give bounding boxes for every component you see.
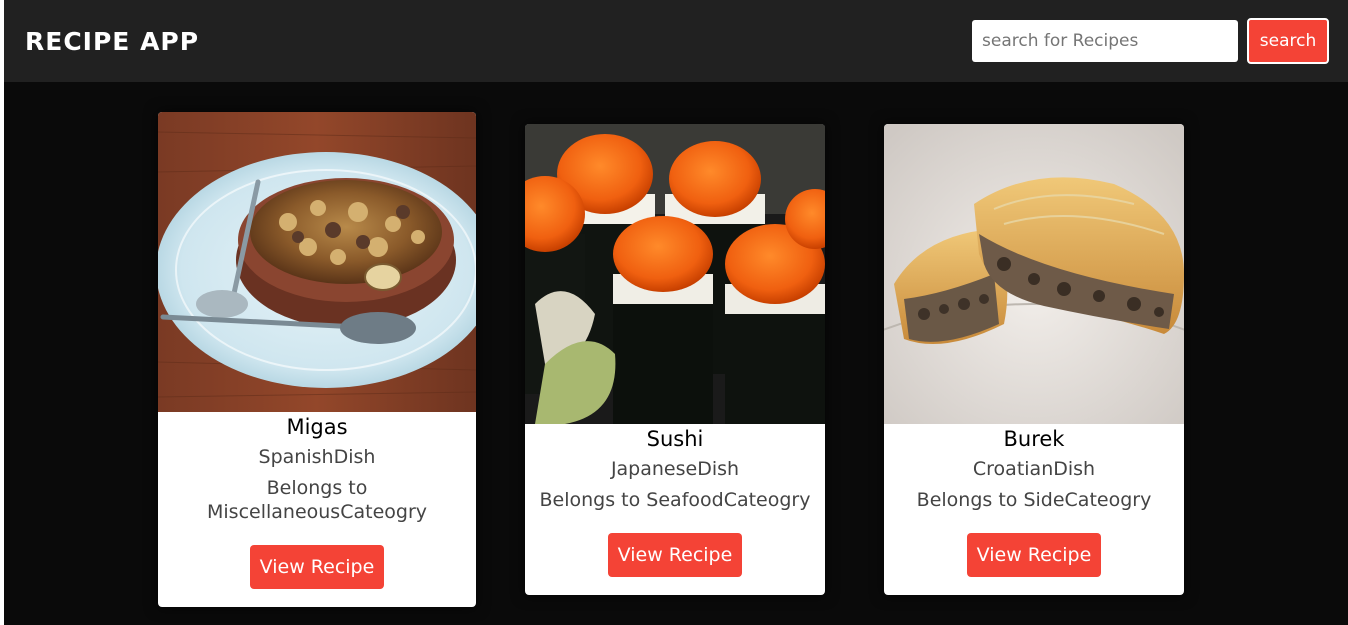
burek-photo bbox=[884, 124, 1184, 424]
recipe-card-burek: Burek CroatianDish Belongs to SideCateog… bbox=[884, 124, 1184, 595]
recipe-image bbox=[525, 124, 825, 424]
search-button[interactable]: search bbox=[1247, 18, 1329, 64]
view-recipe-button[interactable]: View Recipe bbox=[966, 533, 1102, 577]
recipe-card-migas: Migas SpanishDish Belongs to Miscellaneo… bbox=[158, 112, 476, 607]
recipe-name: Sushi bbox=[646, 427, 704, 451]
recipe-image bbox=[158, 112, 476, 412]
recipe-category: Belongs to MiscellaneousCateogry bbox=[207, 477, 427, 523]
recipe-category: Belongs to SeafoodCateogry bbox=[539, 489, 811, 511]
migas-photo bbox=[158, 112, 476, 412]
recipe-area: SpanishDish bbox=[258, 446, 376, 468]
recipe-area: CroatianDish bbox=[972, 458, 1096, 480]
sushi-photo bbox=[525, 124, 825, 424]
recipe-image bbox=[884, 124, 1184, 424]
recipe-card-sushi: Sushi JapaneseDish Belongs to SeafoodCat… bbox=[525, 124, 825, 595]
recipe-name: Burek bbox=[1003, 427, 1065, 451]
view-recipe-button[interactable]: View Recipe bbox=[607, 533, 743, 577]
view-recipe-button[interactable]: View Recipe bbox=[249, 545, 385, 589]
search-input[interactable] bbox=[972, 20, 1238, 62]
recipe-area: JapaneseDish bbox=[610, 458, 740, 480]
recipe-category: Belongs to SideCateogry bbox=[916, 489, 1152, 511]
recipe-name: Migas bbox=[286, 415, 348, 439]
top-nav-bar: RECIPE APP search bbox=[4, 0, 1348, 82]
app-root: RECIPE APP search for Recipes search Mig… bbox=[4, 0, 1348, 625]
app-title: RECIPE APP bbox=[25, 27, 200, 56]
